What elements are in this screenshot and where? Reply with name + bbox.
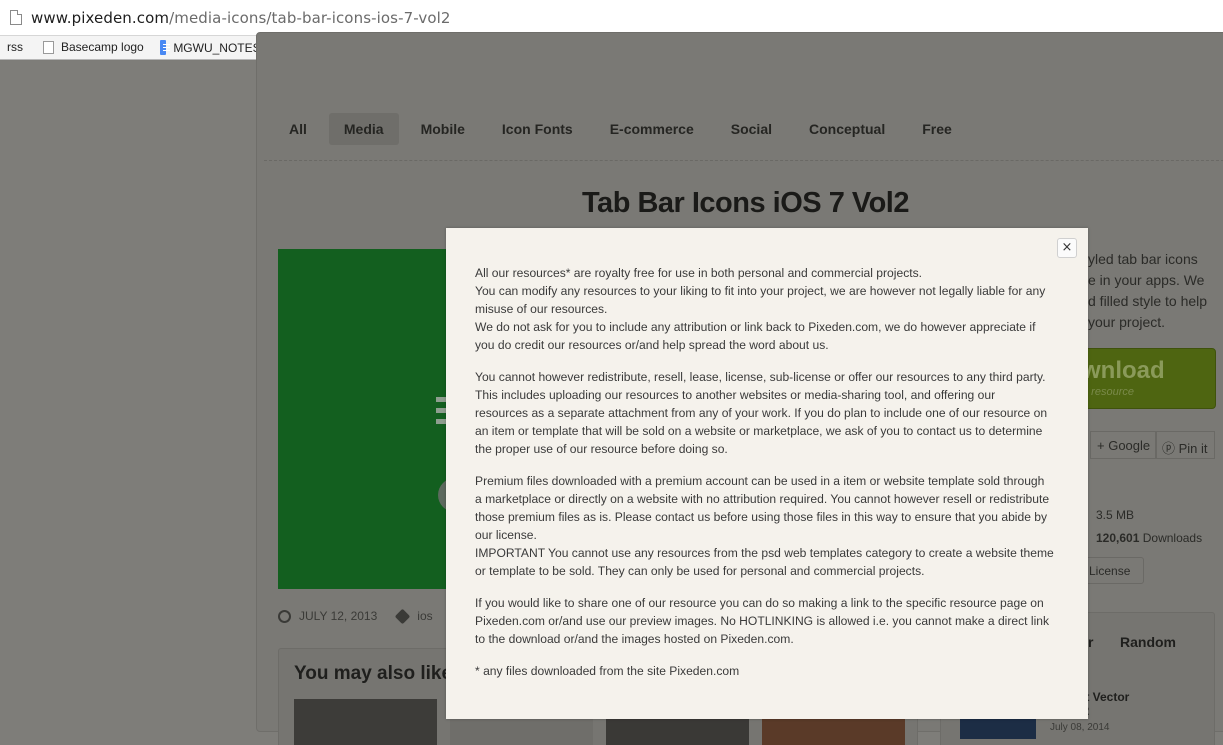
modal-line: a marketplace or directly on a website w… <box>475 492 1050 506</box>
tab-free[interactable]: Free <box>907 113 967 145</box>
license-button[interactable]: License <box>1080 557 1144 584</box>
description-line: yled tab bar icons <box>1088 251 1198 267</box>
description-line: e in your apps. We <box>1088 272 1205 288</box>
clock-icon <box>278 609 291 623</box>
related-thumbnail[interactable] <box>294 699 437 745</box>
bookmark-label: Basecamp logo <box>61 40 144 54</box>
bookmark-label: rss <box>7 40 23 54</box>
modal-line: resources as a separate attachment from … <box>475 406 1048 420</box>
document-icon <box>43 40 54 54</box>
tab-media[interactable]: Media <box>328 113 399 145</box>
tab-all[interactable]: All <box>274 113 322 145</box>
bookmark-rss[interactable]: rss <box>7 40 23 54</box>
description-text: yled tab bar icons e in your apps. We d … <box>1088 249 1207 333</box>
downloads-label: Downloads <box>1142 531 1203 545</box>
modal-line: those premium files as is. Please contac… <box>475 510 1048 524</box>
sidebar-tab-random[interactable]: Random <box>1120 634 1176 650</box>
preview-image[interactable] <box>278 249 448 589</box>
share-pinterest-button[interactable]: ⓟ Pin it <box>1155 431 1215 459</box>
file-size: 3.5 MB <box>1096 508 1135 522</box>
modal-line: to the download or/and the images hosted… <box>475 632 794 646</box>
url-text[interactable]: www.pixeden.com/media-icons/tab-bar-icon… <box>31 9 451 27</box>
modal-line: You cannot however redistribute, resell,… <box>475 370 1046 384</box>
tab-conceptual[interactable]: Conceptual <box>794 113 900 145</box>
modal-line: All our resources* are royalty free for … <box>475 266 923 280</box>
tab-mobile[interactable]: Mobile <box>406 113 480 145</box>
modal-line: our license. <box>475 528 537 542</box>
share-pin-label: Pin it <box>1178 441 1208 456</box>
page-title: Tab Bar Icons iOS 7 Vol2 <box>582 187 909 219</box>
menu-icon <box>436 397 446 433</box>
tab-icon-fonts[interactable]: Icon Fonts <box>487 113 588 145</box>
google-docs-icon <box>160 40 171 55</box>
downloads-info: 120,601 Downloads <box>1096 531 1202 545</box>
sidebar-item-date: July 08, 2014 <box>1050 722 1110 733</box>
modal-paragraph: Premium files downloaded with a premium … <box>475 472 1065 580</box>
publish-date: JULY 12, 2013 <box>299 609 378 623</box>
modal-line: If you would like to share one of our re… <box>475 596 1044 610</box>
tab-social[interactable]: Social <box>716 113 787 145</box>
tab-e-commerce[interactable]: E-commerce <box>595 113 709 145</box>
related-title: You may also like <box>294 663 453 684</box>
close-button[interactable]: × <box>1057 238 1077 258</box>
modal-line: Pixeden.com or/and use our preview image… <box>475 614 1050 628</box>
bookmark-basecamp-logo[interactable]: Basecamp logo <box>43 40 144 54</box>
modal-line: or template to be sold. They can only be… <box>475 564 925 578</box>
modal-paragraph: If you would like to share one of our re… <box>475 594 1065 648</box>
downloads-count: 120,601 <box>1096 531 1140 545</box>
modal-line: you do credit our resources or/and help … <box>475 338 829 352</box>
modal-line: We do not ask for you to include any att… <box>475 320 1036 334</box>
modal-line: IMPORTANT You cannot use any resources f… <box>475 546 1054 560</box>
license-modal: × All our resources* are royalty free fo… <box>446 228 1088 719</box>
description-line: d filled style to help <box>1088 293 1208 309</box>
sidebar-tab-popular[interactable]: r <box>1088 634 1093 650</box>
url-path: /media-icons/tab-bar-icons-ios-7-vol2 <box>169 9 451 27</box>
download-sublabel: e resource <box>1082 386 1134 398</box>
page-icon <box>10 10 22 25</box>
modal-line: You can modify any resources to your lik… <box>475 284 1046 298</box>
tabs-divider <box>264 160 1223 161</box>
category-tabs: All Media Mobile Icon Fonts E-commerce S… <box>274 113 974 145</box>
modal-line: an item or template that will be sold on… <box>475 424 1043 438</box>
meta-row: JULY 12, 2013 ios <box>278 608 433 624</box>
pinterest-icon: ⓟ <box>1162 441 1179 456</box>
download-label: wnload <box>1082 357 1165 384</box>
modal-body: All our resources* are royalty free for … <box>475 264 1065 694</box>
url-host: www.pixeden.com <box>31 9 170 27</box>
modal-line: the proper use of our resource before do… <box>475 442 728 456</box>
modal-paragraph: All our resources* are royalty free for … <box>475 264 1065 354</box>
description-line: your project. <box>1088 314 1166 330</box>
modal-line: misuse of our resources. <box>475 302 608 316</box>
address-bar[interactable]: www.pixeden.com/media-icons/tab-bar-icon… <box>0 0 1223 36</box>
modal-line: Premium files downloaded with a premium … <box>475 474 1045 488</box>
tag-icon <box>395 608 411 624</box>
modal-line: This includes uploading our resources to… <box>475 388 996 402</box>
modal-line: * any files downloaded from the site Pix… <box>475 664 740 678</box>
share-google-button[interactable]: + Google <box>1090 431 1158 459</box>
tag-link[interactable]: ios <box>417 609 432 623</box>
modal-paragraph: You cannot however redistribute, resell,… <box>475 368 1065 458</box>
modal-paragraph: * any files downloaded from the site Pix… <box>475 662 1065 680</box>
